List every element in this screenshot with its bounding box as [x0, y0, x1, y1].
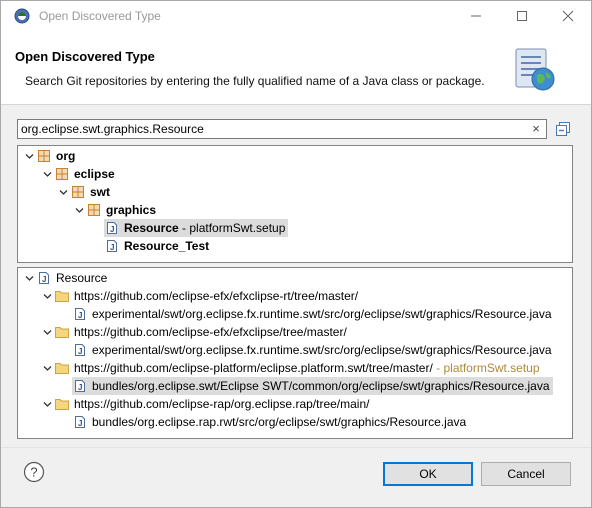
- folder-icon: [54, 288, 70, 304]
- file-path: experimental/swt/org.eclipse.fx.runtime.…: [92, 307, 552, 321]
- svg-text:J: J: [78, 383, 82, 392]
- cancel-button[interactable]: Cancel: [481, 462, 571, 486]
- collapse-all-icon[interactable]: [554, 120, 572, 138]
- java-file-icon: J: [36, 270, 52, 286]
- repository-url: https://github.com/eclipse-platform/ecli…: [74, 361, 433, 375]
- tree-item-repository[interactable]: https://github.com/eclipse-rap/org.eclip…: [40, 395, 369, 413]
- tree-item-file-selected[interactable]: J bundles/org.eclipse.swt/Eclipse SWT/co…: [72, 377, 553, 395]
- chevron-down-icon[interactable]: [40, 359, 54, 377]
- maximize-button[interactable]: [499, 1, 545, 31]
- tree-item-resource-test[interactable]: J Resource_Test: [104, 237, 209, 255]
- tree-item-file[interactable]: J bundles/org.eclipse.rap.rwt/src/org/ec…: [72, 413, 466, 431]
- repository-url: https://github.com/eclipse-efx/efxclipse…: [74, 289, 359, 303]
- tree-item-label: Resource: [56, 271, 108, 285]
- tree-item-repository[interactable]: https://github.com/eclipse-efx/efxclipse…: [40, 323, 347, 341]
- svg-text:J: J: [110, 243, 114, 252]
- footer-separator: [1, 447, 591, 448]
- folder-icon: [54, 324, 70, 340]
- repository-decoration: - platformSwt.setup: [432, 361, 540, 375]
- tree-item-resource[interactable]: J Resource - platformSwt.setup: [104, 219, 289, 237]
- java-file-icon: J: [104, 238, 120, 254]
- tree-item-label: swt: [90, 185, 111, 199]
- header-description: Search Git repositories by entering the …: [25, 74, 485, 88]
- file-path: experimental/swt/org.eclipse.fx.runtime.…: [92, 343, 552, 357]
- window-title: Open Discovered Type: [39, 9, 161, 23]
- svg-text:J: J: [110, 225, 114, 234]
- tree-item-label: org: [56, 149, 76, 163]
- dialog-header: Open Discovered Type Search Git reposito…: [1, 31, 591, 105]
- tree-item-swt[interactable]: swt: [56, 183, 110, 201]
- location-tree: J Resource https://github.com/eclipse-ef…: [17, 267, 573, 439]
- tree-item-repository[interactable]: https://github.com/eclipse-efx/efxclipse…: [40, 287, 358, 305]
- java-file-icon: J: [72, 306, 88, 322]
- repository-url: https://github.com/eclipse-efx/efxclipse…: [74, 325, 347, 339]
- tree-item-label: Resource: [124, 221, 179, 235]
- clear-search-icon[interactable]: ×: [529, 122, 543, 136]
- java-file-icon: J: [72, 378, 88, 394]
- tree-item-file[interactable]: J experimental/swt/org.eclipse.fx.runtim…: [72, 305, 552, 323]
- file-path: bundles/org.eclipse.swt/Eclipse SWT/comm…: [92, 379, 550, 393]
- svg-text:J: J: [78, 347, 82, 356]
- tree-item-suffix: - platformSwt.setup: [178, 221, 286, 235]
- chevron-down-icon[interactable]: [40, 165, 54, 183]
- svg-text:J: J: [78, 419, 82, 428]
- title-bar: Open Discovered Type: [1, 1, 591, 31]
- tree-item-repository[interactable]: https://github.com/eclipse-platform/ecli…: [40, 359, 540, 377]
- chevron-down-icon[interactable]: [22, 269, 36, 287]
- close-button[interactable]: [545, 1, 591, 31]
- search-field: ×: [17, 119, 547, 139]
- chevron-down-icon[interactable]: [40, 323, 54, 341]
- discover-type-banner-icon: [510, 45, 560, 95]
- tree-item-file[interactable]: J experimental/swt/org.eclipse.fx.runtim…: [72, 341, 552, 359]
- folder-icon: [54, 360, 70, 376]
- java-file-icon: J: [72, 342, 88, 358]
- chevron-down-icon[interactable]: [40, 287, 54, 305]
- repository-url: https://github.com/eclipse-rap/org.eclip…: [74, 397, 370, 411]
- tree-item-org[interactable]: org: [22, 147, 75, 165]
- eclipse-app-icon: [13, 7, 31, 25]
- dialog-window: Open Discovered Type Open Discovered Typ…: [0, 0, 592, 508]
- package-tree: org eclipse swt graphics J Resource - pl…: [17, 145, 573, 263]
- svg-text:J: J: [78, 311, 82, 320]
- tree-item-graphics[interactable]: graphics: [72, 201, 156, 219]
- tree-item-resource-root[interactable]: J Resource: [22, 269, 107, 287]
- tree-item-label: Resource_Test: [124, 239, 210, 253]
- minimize-button[interactable]: [453, 1, 499, 31]
- folder-icon: [54, 396, 70, 412]
- java-file-icon: J: [72, 414, 88, 430]
- chevron-down-icon[interactable]: [56, 183, 70, 201]
- tree-item-label: graphics: [106, 203, 157, 217]
- chevron-down-icon[interactable]: [40, 395, 54, 413]
- header-title: Open Discovered Type: [15, 49, 155, 64]
- package-icon: [54, 166, 70, 182]
- package-icon: [86, 202, 102, 218]
- chevron-down-icon[interactable]: [22, 147, 36, 165]
- chevron-down-icon[interactable]: [72, 201, 86, 219]
- svg-text:J: J: [42, 275, 46, 284]
- package-icon: [36, 148, 52, 164]
- file-path: bundles/org.eclipse.rap.rwt/src/org/ecli…: [92, 415, 467, 429]
- help-glyph: ?: [30, 465, 37, 480]
- java-file-icon: J: [104, 220, 120, 236]
- search-input[interactable]: [21, 121, 521, 137]
- tree-item-label: eclipse: [74, 167, 115, 181]
- tree-item-eclipse[interactable]: eclipse: [40, 165, 115, 183]
- ok-button[interactable]: OK: [383, 462, 473, 486]
- package-icon: [70, 184, 86, 200]
- help-icon[interactable]: ?: [23, 461, 45, 483]
